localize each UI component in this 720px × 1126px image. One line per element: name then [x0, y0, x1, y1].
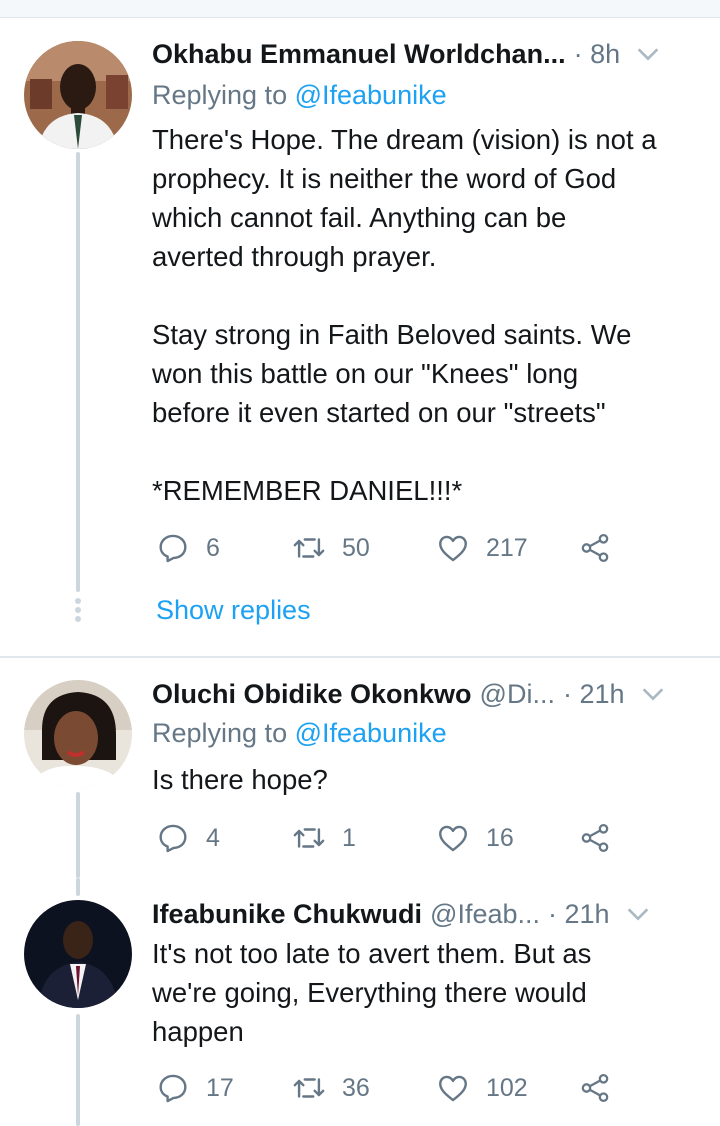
thread-line [76, 878, 80, 896]
reply-icon [159, 534, 187, 563]
display-name[interactable]: Okhabu Emmanuel Worldchan... [152, 39, 566, 70]
reply-count: 17 [206, 1073, 234, 1102]
tweet-text: It's not too late to avert them. But as … [152, 938, 592, 1047]
reply-button[interactable]: 6 [156, 528, 220, 568]
tweet-actions: 17 36 102 [152, 1068, 632, 1108]
tweet-ifeabunike[interactable]: Ifeabunike Chukwudi @Ifeab... · 21h It's… [0, 878, 720, 1126]
tweet-header: Okhabu Emmanuel Worldchan... · 8h [152, 34, 696, 74]
reply-count: 4 [206, 823, 220, 852]
tweet-okhabu[interactable]: Okhabu Emmanuel Worldchan... · 8h Replyi… [0, 0, 720, 656]
retweet-icon [293, 538, 325, 558]
thread-line [76, 1014, 80, 1126]
retweet-count: 50 [342, 533, 370, 562]
retweet-count: 36 [342, 1073, 370, 1102]
tweet-header: Oluchi Obidike Okonkwo @Di... · 21h [152, 674, 696, 714]
tweet-text: There's Hope. The dream (vision) is not … [152, 124, 657, 506]
retweet-icon [293, 1078, 325, 1098]
show-replies-link[interactable]: Show replies [156, 595, 311, 626]
heart-icon [439, 825, 467, 852]
reply-icon [159, 824, 187, 853]
tweet-text: Is there hope? [152, 764, 328, 795]
share-button[interactable] [578, 818, 612, 858]
retweet-button[interactable]: 50 [292, 528, 370, 568]
retweet-button[interactable]: 36 [292, 1068, 370, 1108]
reply-count: 6 [206, 533, 220, 562]
chevron-down-icon[interactable] [624, 900, 652, 928]
heart-icon [439, 1075, 467, 1102]
like-button[interactable]: 102 [436, 1068, 528, 1108]
like-button[interactable]: 16 [436, 818, 514, 858]
share-icon [581, 823, 609, 853]
user-handle[interactable]: @Di... [480, 679, 555, 710]
replying-to-handle-link[interactable]: @Ifeabunike [295, 80, 447, 110]
like-count: 102 [486, 1073, 528, 1102]
replying-to-label: Replying to [152, 80, 295, 110]
share-button[interactable] [578, 1068, 612, 1108]
retweet-count: 1 [342, 823, 356, 852]
share-button[interactable] [578, 528, 612, 568]
heart-icon [439, 535, 467, 562]
replying-to: Replying to @Ifeabunike [152, 80, 447, 111]
replying-to-handle-link[interactable]: @Ifeabunike [295, 718, 447, 748]
share-icon [581, 1073, 609, 1103]
timestamp[interactable]: · 8h [574, 39, 621, 70]
avatar[interactable] [24, 900, 132, 1008]
avatar[interactable] [24, 680, 132, 788]
reply-button[interactable]: 17 [156, 1068, 234, 1108]
display-name[interactable]: Oluchi Obidike Okonkwo [152, 679, 472, 710]
more-replies-dots [74, 598, 82, 625]
user-handle[interactable]: @Ifeab... [430, 899, 540, 930]
thread-line [76, 152, 80, 592]
thread-line [76, 792, 80, 878]
replying-to: Replying to @Ifeabunike [152, 718, 447, 749]
tweet-actions: 6 50 217 [152, 528, 632, 568]
timestamp[interactable]: · 21h [563, 679, 625, 710]
chevron-down-icon[interactable] [634, 40, 662, 68]
like-count: 16 [486, 823, 514, 852]
reply-icon [159, 1074, 187, 1103]
avatar[interactable] [24, 41, 132, 149]
tweet-oluchi[interactable]: Oluchi Obidike Okonkwo @Di... · 21h Repl… [0, 658, 720, 878]
replying-to-label: Replying to [152, 718, 295, 748]
timestamp[interactable]: · 21h [548, 899, 610, 930]
tweet-header: Ifeabunike Chukwudi @Ifeab... · 21h [152, 894, 696, 934]
display-name[interactable]: Ifeabunike Chukwudi [152, 899, 422, 930]
reply-button[interactable]: 4 [156, 818, 220, 858]
like-count: 217 [486, 533, 528, 562]
share-icon [581, 533, 609, 563]
chevron-down-icon[interactable] [639, 680, 667, 708]
tweet-actions: 4 1 16 [152, 818, 632, 858]
retweet-icon [293, 828, 325, 848]
like-button[interactable]: 217 [436, 528, 528, 568]
retweet-button[interactable]: 1 [292, 818, 356, 858]
